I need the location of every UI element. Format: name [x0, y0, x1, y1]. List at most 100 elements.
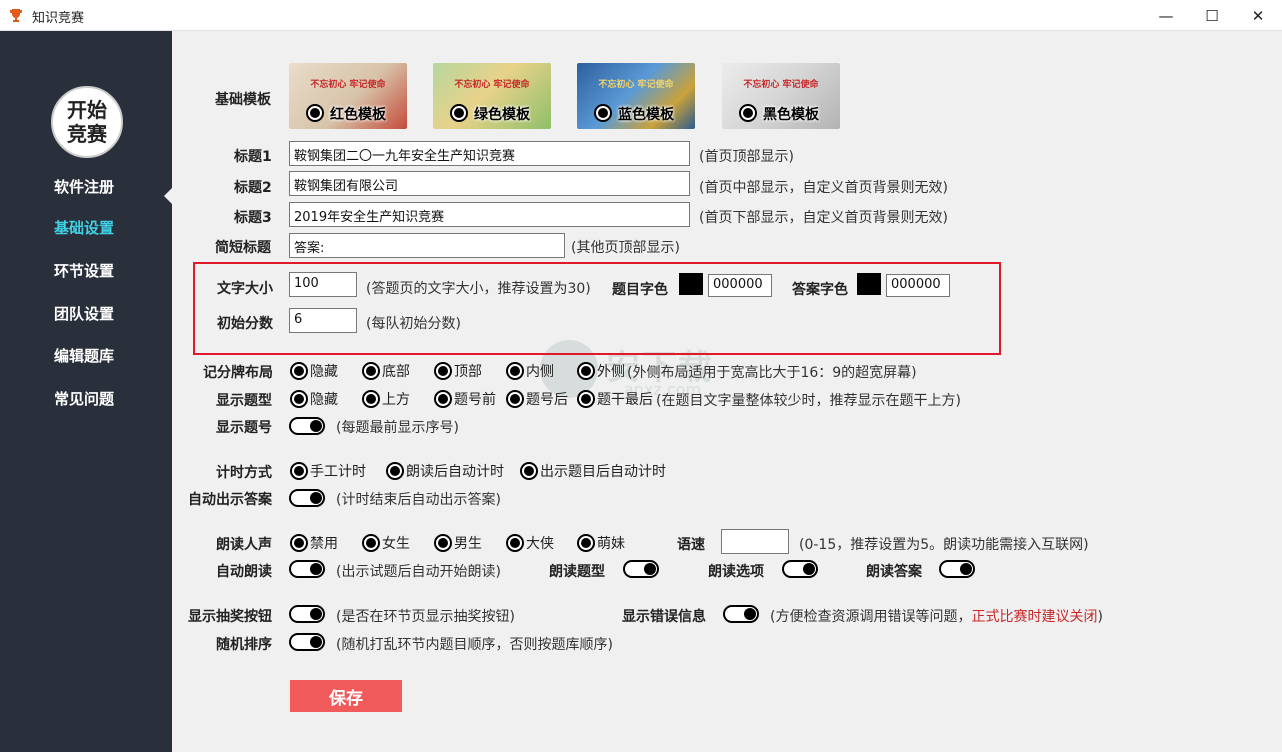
radio-icon — [506, 362, 524, 380]
errors-note: (方便检查资源调用错误等问题，正式比赛时建议关闭) — [770, 606, 1103, 626]
trophy-icon — [10, 9, 22, 22]
font-size-label: 文字大小 — [217, 281, 273, 297]
scoreboard-option-top[interactable]: 顶部 — [434, 361, 482, 381]
template-blue-headline: 不忘初心 牢记使命 — [598, 80, 674, 90]
auto-read-note: (出示试题后自动开始朗读) — [336, 564, 501, 580]
radio-icon — [362, 362, 380, 380]
answer-color-swatch[interactable] — [857, 273, 881, 295]
scoreboard-label: 记分牌布局 — [203, 365, 273, 381]
option-label: 手工计时 — [310, 464, 366, 480]
title1-input[interactable]: 鞍钢集团二〇一九年安全生产知识竞赛 — [289, 141, 690, 166]
template-blue[interactable]: 不忘初心 牢记使命 蓝色模板 — [577, 63, 695, 129]
template-green-radio[interactable] — [450, 104, 468, 122]
voice-option-disabled[interactable]: 禁用 — [290, 533, 338, 553]
timing-option-after-display[interactable]: 出示题目后自动计时 — [520, 461, 666, 481]
scoreboard-option-bottom[interactable]: 底部 — [362, 361, 410, 381]
scoreboard-option-hidden[interactable]: 隐藏 — [290, 361, 338, 381]
lottery-label: 显示抽奖按钮 — [188, 609, 272, 625]
template-blue-radio[interactable] — [594, 104, 612, 122]
answer-color-input[interactable]: 000000 — [886, 274, 950, 297]
sidebar-item-round-settings[interactable]: 环节设置 — [54, 260, 114, 281]
timing-option-manual[interactable]: 手工计时 — [290, 461, 366, 481]
errors-toggle[interactable] — [723, 605, 759, 623]
radio-icon — [577, 534, 595, 552]
question-type-option-end[interactable]: 题干最后 — [577, 389, 653, 409]
timing-option-after-reading[interactable]: 朗读后自动计时 — [386, 461, 504, 481]
shuffle-toggle[interactable] — [289, 633, 325, 651]
template-black-radio[interactable] — [739, 104, 757, 122]
title3-input[interactable]: 2019年安全生产知识竞赛 — [289, 202, 690, 227]
sidebar-item-register[interactable]: 软件注册 — [54, 176, 114, 197]
option-label: 外侧 — [597, 364, 625, 380]
lottery-toggle[interactable] — [289, 605, 325, 623]
voice-option-female[interactable]: 女生 — [362, 533, 410, 553]
voice-option-cute[interactable]: 萌妹 — [577, 533, 625, 553]
auto-answer-toggle[interactable] — [289, 489, 325, 507]
read-options-toggle[interactable] — [782, 560, 818, 578]
auto-read-label: 自动朗读 — [216, 564, 272, 580]
question-number-toggle[interactable] — [289, 417, 325, 435]
question-color-swatch[interactable] — [679, 273, 703, 295]
voice-option-male[interactable]: 男生 — [434, 533, 482, 553]
minimize-button[interactable]: — — [1143, 0, 1189, 31]
radio-icon — [362, 390, 380, 408]
maximize-icon: ☐ — [1205, 6, 1219, 25]
save-label: 保存 — [329, 688, 363, 709]
question-type-option-hidden[interactable]: 隐藏 — [290, 389, 338, 409]
title1-label: 标题1 — [234, 149, 272, 165]
template-black[interactable]: 不忘初心 牢记使命 黑色模板 — [722, 63, 840, 129]
title2-label: 标题2 — [234, 180, 272, 196]
speed-input[interactable] — [721, 529, 789, 554]
template-green[interactable]: 不忘初心 牢记使命 绿色模板 — [433, 63, 551, 129]
template-red-radio[interactable] — [306, 104, 324, 122]
speed-label: 语速 — [677, 537, 705, 553]
voice-option-hero[interactable]: 大侠 — [506, 533, 554, 553]
question-number-label: 显示题号 — [216, 420, 272, 436]
sidebar-item-edit-question-bank[interactable]: 编辑题库 — [54, 345, 114, 366]
question-type-option-before-number[interactable]: 题号前 — [434, 389, 496, 409]
option-label: 男生 — [454, 536, 482, 552]
question-type-note: (在题目文字量整体较少时，推荐显示在题干上方) — [656, 393, 961, 409]
radio-icon — [290, 390, 308, 408]
option-label: 大侠 — [526, 536, 554, 552]
read-type-toggle[interactable] — [623, 560, 659, 578]
initial-score-label: 初始分数 — [217, 316, 273, 332]
scoreboard-option-outer[interactable]: 外侧 — [577, 361, 625, 381]
scoreboard-note: (外侧布局适用于宽高比大于16：9的超宽屏幕) — [627, 365, 917, 381]
save-button[interactable]: 保存 — [290, 680, 402, 712]
radio-icon — [386, 462, 404, 480]
shuffle-note: (随机打乱环节内题目顺序，否则按题库顺序) — [336, 637, 613, 653]
question-type-option-after-number[interactable]: 题号后 — [506, 389, 568, 409]
errors-warning: 正式比赛时建议关闭 — [971, 609, 1098, 625]
maximize-button[interactable]: ☐ — [1189, 0, 1235, 31]
close-button[interactable]: ✕ — [1235, 0, 1281, 31]
radio-icon — [577, 362, 595, 380]
read-options-label: 朗读选项 — [708, 564, 764, 580]
sidebar-item-faq[interactable]: 常见问题 — [54, 388, 114, 409]
option-label: 题号前 — [454, 392, 496, 408]
question-type-option-above[interactable]: 上方 — [362, 389, 410, 409]
sidebar-item-basic-settings[interactable]: 基础设置 — [54, 217, 114, 238]
sidebar-item-team-settings[interactable]: 团队设置 — [54, 303, 114, 324]
auto-read-toggle[interactable] — [289, 560, 325, 578]
start-contest-button[interactable]: 开始竞赛 — [51, 86, 123, 158]
title1-note: (首页顶部显示) — [699, 149, 794, 165]
errors-note-text: (方便检查资源调用错误等问题， — [770, 609, 972, 625]
read-answer-toggle[interactable] — [939, 560, 975, 578]
radio-icon — [506, 534, 524, 552]
read-answer-label: 朗读答案 — [866, 564, 922, 580]
short-title-input[interactable]: 答案: — [289, 233, 565, 258]
title-bar: 知识竞赛 — ☐ ✕ — [0, 0, 1282, 31]
title2-input[interactable]: 鞍钢集团有限公司 — [289, 171, 690, 196]
active-nav-pointer — [164, 188, 172, 204]
radio-icon — [506, 390, 524, 408]
scoreboard-option-inner[interactable]: 内侧 — [506, 361, 554, 381]
template-green-headline: 不忘初心 牢记使命 — [454, 80, 530, 90]
question-type-label: 显示题型 — [216, 393, 272, 409]
initial-score-input[interactable]: 6 — [289, 308, 357, 333]
auto-answer-note: (计时结束后自动出示答案) — [336, 492, 501, 508]
template-red[interactable]: 不忘初心 牢记使命 红色模板 — [289, 63, 407, 129]
option-label: 禁用 — [310, 536, 338, 552]
font-size-input[interactable]: 100 — [289, 272, 357, 297]
question-color-input[interactable]: 000000 — [708, 274, 772, 297]
